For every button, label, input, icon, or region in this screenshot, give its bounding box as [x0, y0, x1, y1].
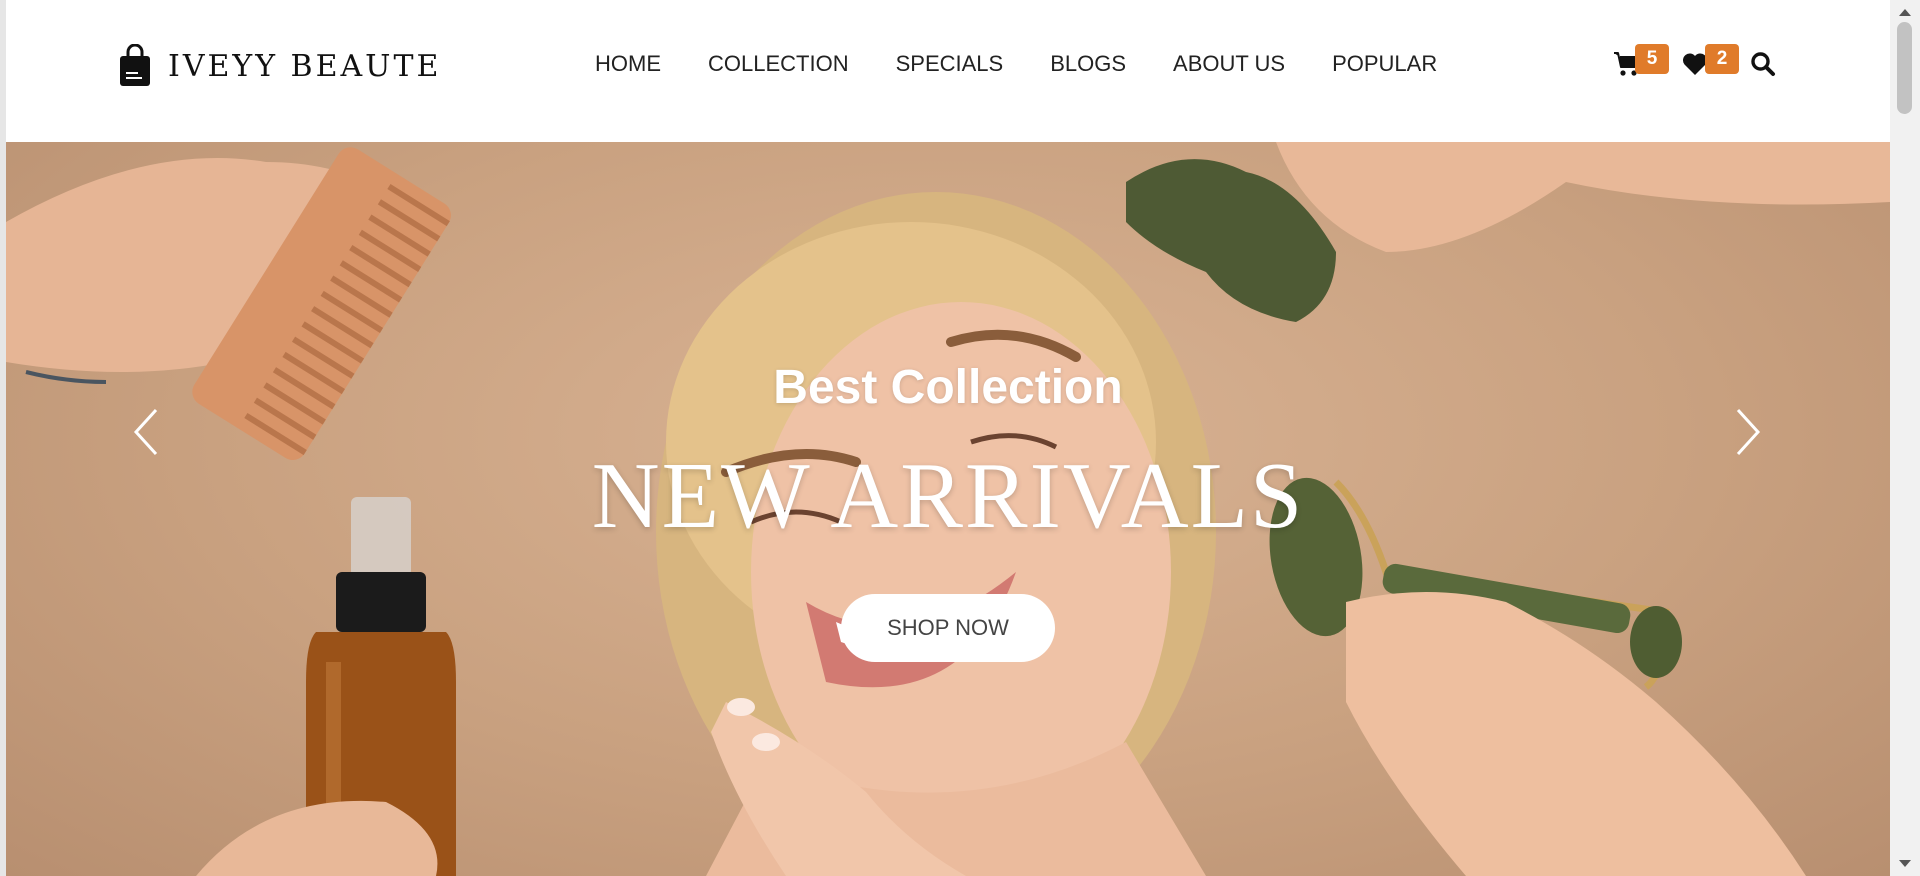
slider-next-button[interactable]: [1728, 402, 1768, 462]
scroll-thumb[interactable]: [1897, 22, 1912, 114]
brand-logo[interactable]: IVEYY BEAUTE: [118, 44, 441, 88]
search-button[interactable]: [1747, 48, 1779, 80]
hero-subtitle: Best Collection: [773, 361, 1123, 414]
hero-slider: Best Collection NEW ARRIVALS SHOP NOW: [6, 142, 1890, 876]
nav-item-about-us[interactable]: ABOUT US: [1173, 51, 1285, 77]
cart-button[interactable]: 5: [1611, 44, 1669, 80]
scroll-up-button[interactable]: [1890, 0, 1920, 24]
hero-title: NEW ARRIVALS: [591, 444, 1305, 548]
nav-item-popular[interactable]: POPULAR: [1332, 51, 1437, 77]
chevron-left-icon: [133, 408, 158, 456]
nav-item-home[interactable]: HOME: [595, 51, 661, 77]
shop-now-button[interactable]: SHOP NOW: [841, 594, 1055, 662]
site-header: IVEYY BEAUTE HOME COLLECTION SPECIALS BL…: [6, 0, 1890, 142]
caret-up-icon: [1899, 9, 1911, 16]
chevron-right-icon: [1736, 408, 1761, 456]
scroll-down-button[interactable]: [1890, 852, 1920, 876]
nav-item-specials[interactable]: SPECIALS: [896, 51, 1004, 77]
cart-count-badge: 5: [1635, 44, 1669, 74]
wishlist-button[interactable]: 2: [1679, 44, 1739, 80]
header-actions: 5 2: [1601, 22, 1801, 102]
main-nav: HOME COLLECTION SPECIALS BLOGS ABOUT US …: [595, 44, 1437, 84]
page-scrollbar[interactable]: [1890, 0, 1920, 876]
wishlist-count-badge: 2: [1705, 44, 1739, 74]
nav-item-blogs[interactable]: BLOGS: [1050, 51, 1126, 77]
brand-name: IVEYY BEAUTE: [168, 48, 442, 84]
nav-item-collection[interactable]: COLLECTION: [708, 51, 849, 77]
slider-prev-button[interactable]: [126, 402, 166, 462]
caret-down-icon: [1899, 860, 1911, 867]
search-icon: [1751, 52, 1775, 76]
shopping-bag-icon: [120, 44, 150, 86]
